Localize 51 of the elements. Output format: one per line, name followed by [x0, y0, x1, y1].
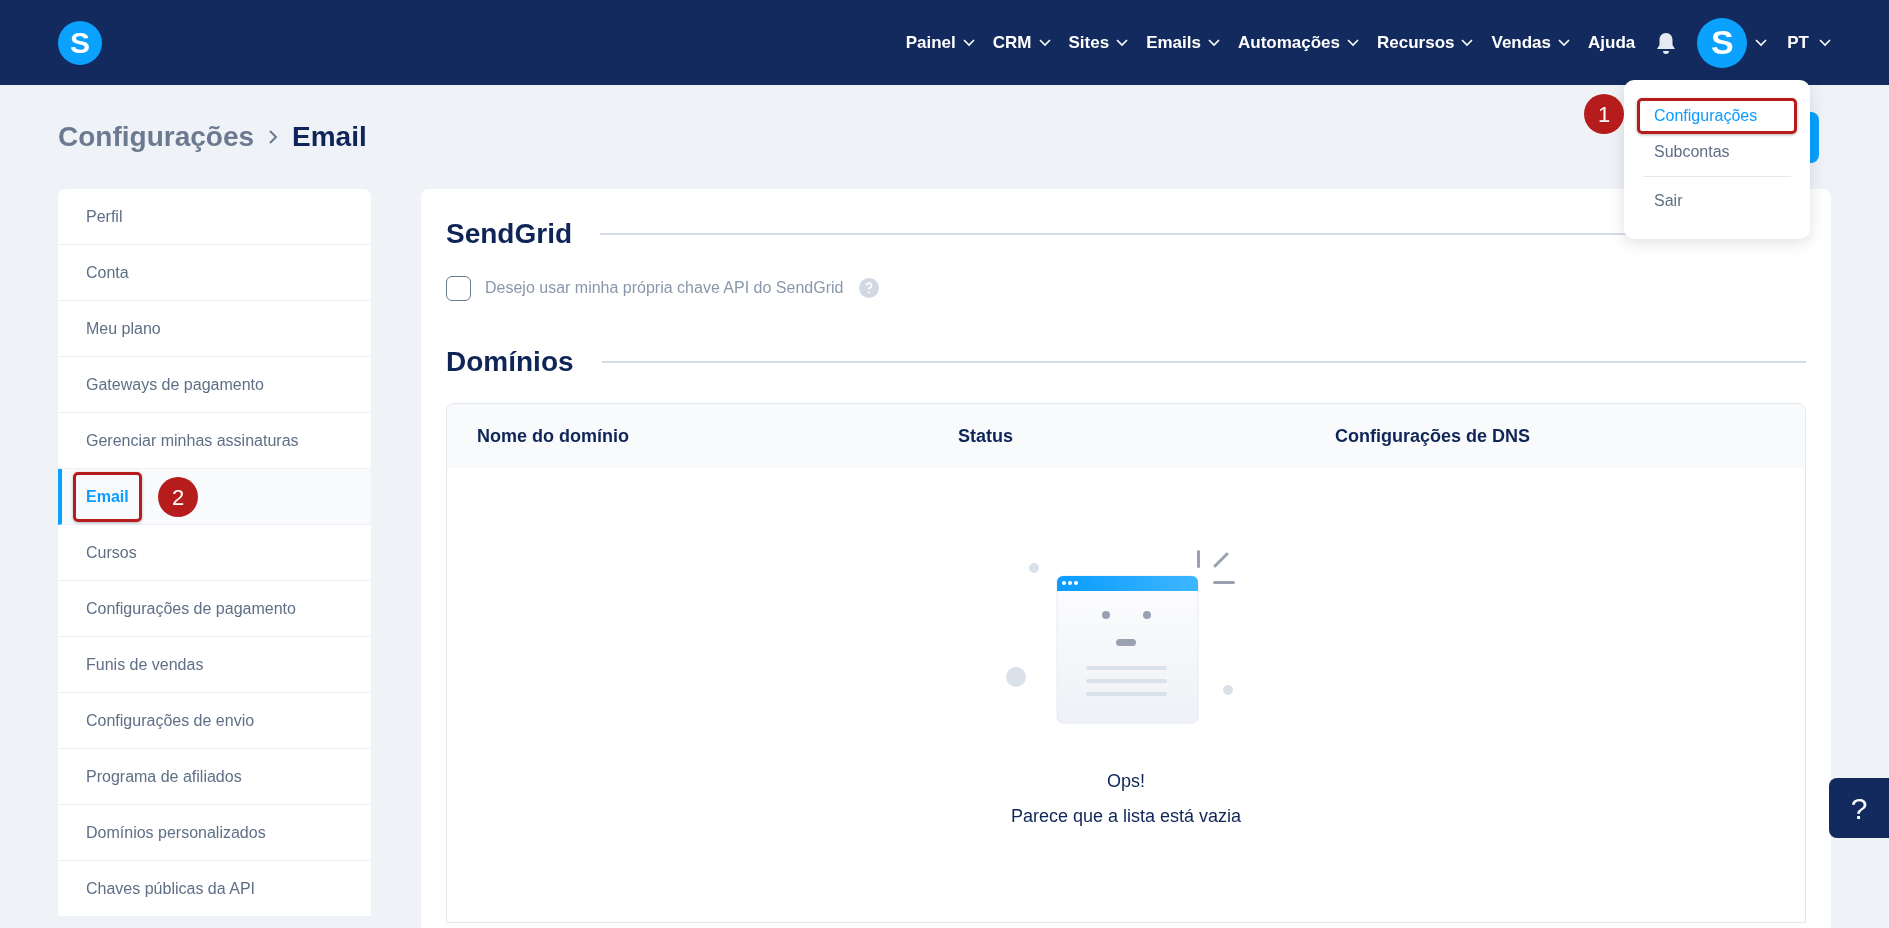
chevron-down-icon[interactable] [1558, 38, 1571, 47]
chevron-down-icon[interactable] [1116, 38, 1129, 47]
menu-item[interactable]: Sair [1637, 183, 1797, 219]
chevron-down-icon[interactable] [1755, 38, 1768, 47]
menu-item[interactable]: Subcontas [1637, 134, 1797, 170]
empty-message: Parece que a lista está vazia [1010, 805, 1242, 828]
column-header: Status [958, 424, 1014, 448]
menu-item[interactable]: Configurações [1637, 98, 1797, 134]
step-badge: 1 [1584, 94, 1624, 134]
sidebar-item[interactable]: Gateways de pagamento [58, 357, 371, 413]
nav-link[interactable]: Automações [1237, 29, 1340, 56]
sidebar-item[interactable]: Perfil [58, 189, 371, 245]
nav-link[interactable]: Emails [1146, 29, 1201, 56]
breadcrumb-link[interactable]: Configurações [58, 116, 255, 158]
sidebar-item[interactable]: Conta [58, 245, 371, 301]
sidebar-item[interactable]: Cursos [58, 525, 371, 581]
sidebar-item[interactable]: Email 2 [58, 469, 371, 525]
section-title: SendGrid [446, 217, 572, 251]
sidebar-item[interactable]: Domínios personalizados [58, 805, 371, 861]
nav-link[interactable]: Recursos [1377, 29, 1455, 56]
step-badge: 2 [158, 477, 198, 517]
sidebar-item[interactable]: Meu plano [58, 301, 371, 357]
nav-link[interactable]: CRM [992, 29, 1032, 56]
column-header: Nome do domínio [477, 424, 630, 448]
checkbox[interactable] [446, 275, 471, 301]
section-title: Domínios [446, 345, 574, 379]
nav-link[interactable]: Sites [1068, 29, 1110, 56]
chevron-right-icon [268, 129, 279, 145]
page-title: Email [292, 120, 367, 154]
sidebar-item[interactable]: Chaves públicas da API [58, 861, 371, 917]
sidebar-item[interactable]: Programa de afiliados [58, 749, 371, 805]
logo[interactable]: S [58, 20, 102, 65]
avatar[interactable]: S [1697, 17, 1748, 68]
chevron-down-icon[interactable] [1819, 38, 1831, 47]
checkbox-label: Desejo usar minha própria chave API do SendGrid [485, 278, 844, 298]
sidebar-item[interactable]: Funis de vendas [58, 637, 371, 693]
help-button[interactable]: ? [1829, 778, 1889, 838]
language-selector[interactable]: PT [1787, 29, 1809, 56]
nav-link[interactable]: Vendas [1491, 29, 1552, 56]
sidebar-item[interactable]: Configurações de pagamento [58, 581, 371, 637]
column-header: Configurações de DNS [1335, 424, 1532, 448]
nav-link[interactable]: Painel [905, 29, 956, 56]
chevron-down-icon[interactable] [1038, 38, 1051, 47]
nav-link[interactable]: Ajuda [1588, 29, 1636, 56]
chevron-down-icon[interactable] [1461, 38, 1474, 47]
chevron-down-icon[interactable] [962, 38, 975, 47]
chevron-down-icon[interactable] [1207, 38, 1220, 47]
sidebar-item[interactable]: Configurações de envio [58, 693, 371, 749]
bell-icon[interactable] [1655, 30, 1678, 55]
chevron-down-icon[interactable] [1347, 38, 1359, 47]
empty-title: Ops! [1107, 770, 1145, 793]
